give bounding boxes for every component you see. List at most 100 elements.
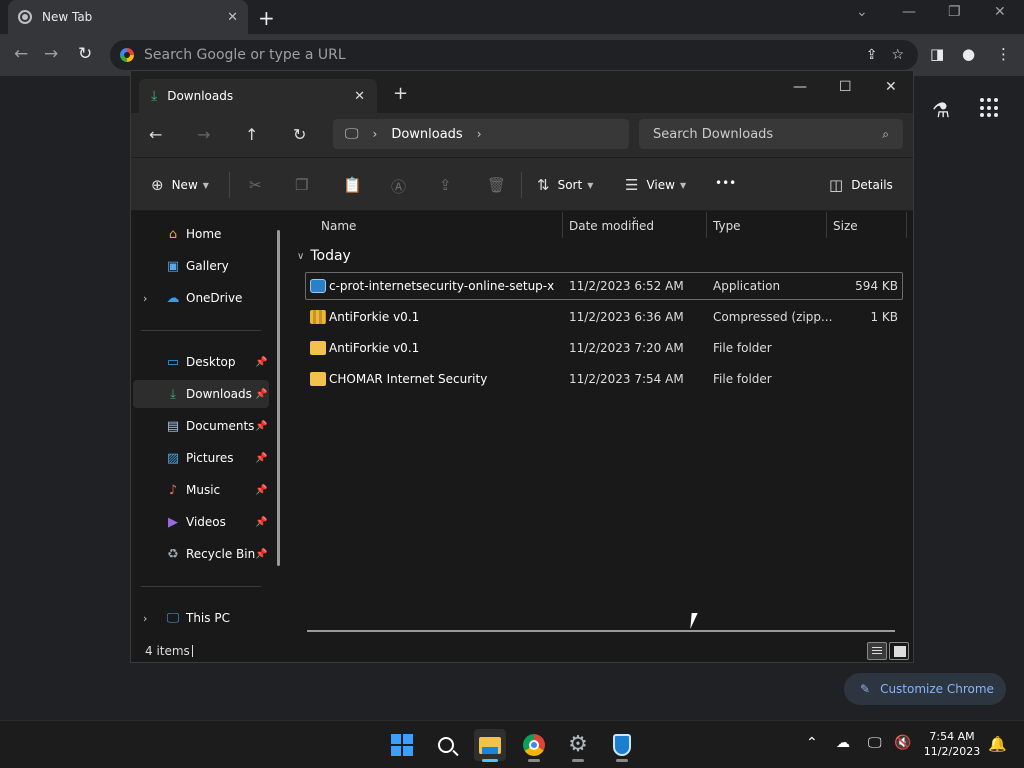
profile-icon[interactable]: ●	[962, 45, 975, 63]
minimize-icon[interactable]: —	[902, 4, 916, 20]
expand-chevron-icon[interactable]: ›	[143, 612, 147, 625]
horizontal-scrollbar[interactable]	[307, 630, 895, 632]
explorer-tab-downloads[interactable]: ⤓ Downloads ✕	[139, 79, 377, 113]
close-window-icon[interactable]: ✕	[994, 4, 1006, 20]
chevron-right-icon[interactable]: ›	[373, 127, 378, 141]
onedrive-offline-icon[interactable]: ☁	[836, 735, 850, 751]
refresh-icon[interactable]: ↻	[293, 125, 306, 144]
expand-chevron-icon[interactable]: ›	[143, 292, 147, 305]
customize-chrome-button[interactable]: ✎ Customize Chrome	[844, 673, 1006, 705]
taskbar-security-app[interactable]	[606, 729, 638, 762]
close-tab-icon[interactable]: ✕	[227, 10, 238, 25]
explorer-address-bar: ← → ↑ ↻ 🖵 › Downloads › Search Downloads…	[131, 113, 913, 157]
breadcrumb[interactable]: 🖵 › Downloads ›	[333, 119, 629, 149]
side-panel-icon[interactable]: ◨	[930, 45, 944, 63]
column-header-date[interactable]: Date modified	[569, 219, 654, 233]
nav-item-music[interactable]: ♪ Music 📌	[133, 476, 269, 504]
desktop-icon: ▭	[166, 354, 180, 370]
column-divider[interactable]	[906, 212, 907, 238]
maximize-icon[interactable]: ☐	[839, 79, 852, 95]
bookmark-star-icon[interactable]: ☆	[891, 47, 904, 63]
taskbar-settings[interactable]: ⚙	[562, 729, 594, 762]
nav-item-onedrive[interactable]: › ☁ OneDrive	[133, 284, 269, 312]
delete-icon[interactable]: 🗑	[487, 176, 506, 194]
zip-folder-icon	[310, 310, 326, 324]
volume-muted-icon[interactable]: 🔇	[894, 735, 911, 751]
taskbar-file-explorer[interactable]	[474, 729, 506, 762]
nav-item-downloads[interactable]: ⤓ Downloads 📌	[133, 380, 269, 408]
computer-icon[interactable]: 🖵	[345, 126, 359, 142]
copy-icon[interactable]: ❐	[295, 176, 308, 194]
chevron-right-icon[interactable]: ›	[477, 127, 482, 141]
nav-item-desktop[interactable]: ▭ Desktop 📌	[133, 348, 269, 376]
chrome-menu-icon[interactable]: ⋮	[996, 45, 1011, 63]
back-icon[interactable]: ←	[14, 44, 28, 64]
table-row[interactable]: AntiForkie v0.1 11/2/2023 6:36 AM Compre…	[305, 303, 903, 331]
chrome-tab-new-tab[interactable]: New Tab ✕	[8, 0, 248, 34]
column-header-type[interactable]: Type	[713, 219, 741, 233]
nav-scrollbar[interactable]	[277, 230, 280, 566]
nav-item-home[interactable]: ⌂ Home	[133, 220, 269, 248]
nav-item-videos[interactable]: ▶ Videos 📌	[133, 508, 269, 536]
tab-search-chevron-icon[interactable]: ⌄	[856, 4, 868, 20]
minimize-icon[interactable]: —	[793, 79, 807, 95]
nav-item-label: Documents	[186, 419, 255, 433]
column-divider[interactable]	[562, 212, 563, 238]
nav-item-pictures[interactable]: ▨ Pictures 📌	[133, 444, 269, 472]
taskbar-search-button[interactable]	[430, 729, 462, 761]
chevron-down-icon: ▼	[202, 180, 209, 190]
share-icon[interactable]: ⇪	[866, 47, 878, 63]
gear-icon: ⚙	[568, 732, 588, 757]
table-row[interactable]: AntiForkie v0.1 11/2/2023 7:20 AM File f…	[305, 334, 903, 362]
new-button[interactable]: ⊕ New ▼	[151, 176, 209, 194]
share-icon[interactable]: ⇪	[439, 176, 452, 194]
system-clock[interactable]: 7:54 AM 11/2/2023	[920, 729, 984, 759]
paste-icon[interactable]: 📋	[343, 176, 362, 194]
pencil-icon: ✎	[860, 682, 871, 696]
download-arrow-icon: ⤓	[151, 88, 158, 104]
nav-item-documents[interactable]: ▤ Documents 📌	[133, 412, 269, 440]
nav-item-recycle-bin[interactable]: ♻ Recycle Bin 📌	[133, 540, 269, 568]
up-icon[interactable]: ↑	[245, 125, 258, 144]
group-header-today[interactable]: ∨ Today	[297, 248, 351, 264]
details-pane-button[interactable]: ◫ Details	[829, 176, 893, 194]
start-button[interactable]	[386, 729, 418, 761]
file-size: 594 KB	[855, 279, 898, 293]
notification-bell-icon[interactable]: 🔔	[988, 735, 1007, 753]
network-icon[interactable]: 🖵	[868, 735, 882, 751]
nav-item-gallery[interactable]: ▣ Gallery	[133, 252, 269, 280]
reload-icon[interactable]: ↻	[78, 44, 92, 64]
show-hidden-icons-chevron-icon[interactable]: ⌃	[806, 735, 818, 751]
forward-icon[interactable]: →	[197, 125, 210, 144]
cut-icon[interactable]: ✂	[249, 176, 262, 194]
more-options-button[interactable]: •••	[715, 176, 736, 190]
view-button[interactable]: ☰ View ▼	[625, 176, 686, 194]
taskbar-chrome[interactable]	[518, 729, 550, 762]
close-tab-icon[interactable]: ✕	[354, 89, 365, 104]
labs-flask-icon[interactable]: ⚗	[932, 98, 950, 122]
table-row[interactable]: CHOMAR Internet Security 11/2/2023 7:54 …	[305, 365, 903, 393]
pictures-icon: ▨	[166, 450, 180, 466]
breadcrumb-item-downloads[interactable]: Downloads	[391, 127, 462, 142]
explorer-new-tab-button[interactable]: +	[393, 83, 408, 104]
column-divider[interactable]	[826, 212, 827, 238]
forward-icon[interactable]: →	[44, 44, 58, 64]
restore-icon[interactable]: ❐	[948, 4, 961, 20]
nav-item-this-pc[interactable]: › 🖵 This PC	[133, 604, 269, 632]
close-window-icon[interactable]: ✕	[885, 79, 897, 95]
table-row[interactable]: c-prot-internetsecurity-online-setup-x64…	[305, 272, 903, 300]
column-divider[interactable]	[706, 212, 707, 238]
column-header-size[interactable]: Size	[833, 219, 858, 233]
sort-button[interactable]: ⇅ Sort ▼	[537, 176, 593, 194]
back-icon[interactable]: ←	[149, 125, 162, 144]
details-view-button[interactable]	[867, 642, 887, 660]
large-icons-view-button[interactable]	[889, 642, 909, 660]
google-apps-icon[interactable]	[980, 98, 1000, 118]
running-indicator	[572, 759, 584, 762]
search-downloads-input[interactable]: Search Downloads ⌕	[639, 119, 903, 149]
new-tab-button[interactable]: +	[258, 6, 275, 30]
column-header-name[interactable]: Name	[321, 219, 356, 233]
collapse-chevron-icon[interactable]: ∨	[297, 251, 304, 262]
omnibox[interactable]: Search Google or type a URL ⇪ ☆	[110, 40, 918, 70]
rename-icon[interactable]: Ⓐ	[391, 176, 406, 197]
